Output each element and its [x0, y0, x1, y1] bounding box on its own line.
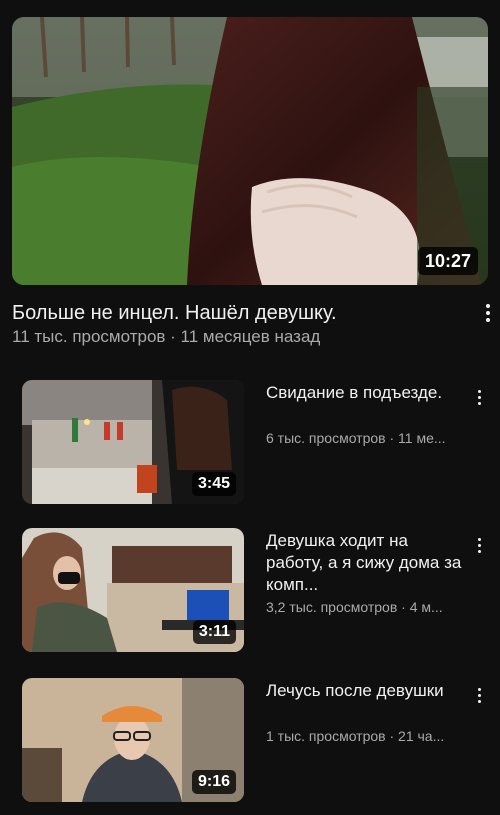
video-title[interactable]: Девушка ходит на работу, а я сижу дома з… [266, 530, 466, 596]
duration-badge: 9:16 [191, 770, 236, 794]
video-list-item[interactable]: 3:11 Девушка ходит на работу, а я сижу д… [0, 528, 500, 653]
video-meta: 6 тыс. просмотров · 11 ме... [266, 430, 446, 446]
featured-video-title[interactable]: Больше не инцел. Нашёл девушку. [12, 300, 452, 326]
video-meta: 1 тыс. просмотров · 21 ча... [266, 728, 445, 744]
featured-more-icon[interactable] [477, 300, 499, 326]
video-title[interactable]: Свидание в подъезде. [266, 382, 466, 404]
more-icon[interactable] [468, 384, 490, 410]
video-thumbnail[interactable]: 9:16 [22, 678, 244, 802]
duration-badge: 3:11 [192, 620, 236, 644]
video-thumbnail[interactable]: 3:11 [22, 528, 244, 652]
featured-video-meta: 11 тыс. просмотров · 11 месяцев назад [12, 327, 321, 346]
more-icon[interactable] [468, 532, 490, 558]
more-icon[interactable] [468, 682, 490, 708]
video-thumbnail[interactable]: 3:45 [22, 380, 244, 504]
video-list-item[interactable]: 9:16 Лечусь после девушки 1 тыс. просмот… [0, 678, 500, 803]
video-meta: 3,2 тыс. просмотров · 4 м... [266, 599, 443, 615]
featured-video-thumbnail[interactable]: 10:27 [12, 17, 488, 285]
featured-thumbnail-image [12, 17, 488, 285]
video-list-item[interactable]: 3:45 Свидание в подъезде. 6 тыс. просмот… [0, 380, 500, 505]
duration-badge: 3:45 [191, 472, 236, 496]
video-title[interactable]: Лечусь после девушки [266, 680, 466, 702]
featured-duration-badge: 10:27 [417, 247, 478, 275]
